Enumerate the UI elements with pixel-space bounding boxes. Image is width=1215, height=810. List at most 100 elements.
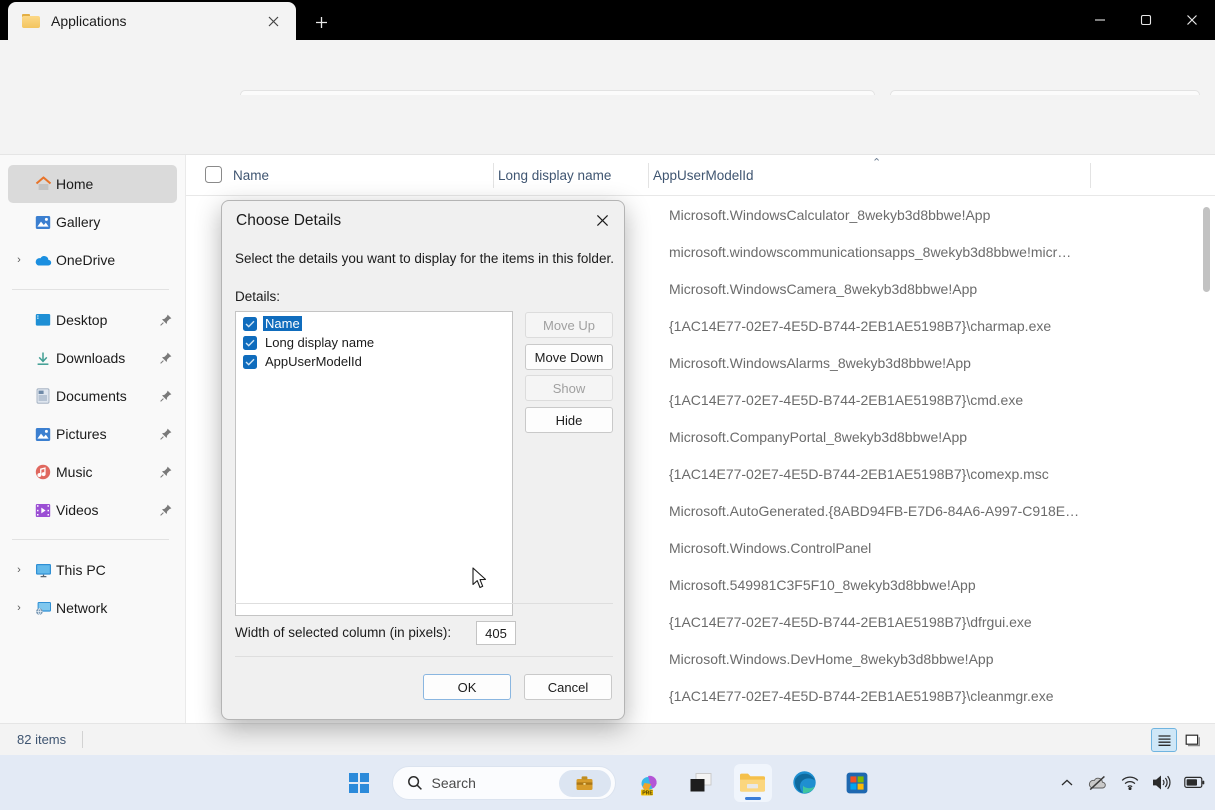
title-bar: Applications: [0, 0, 1215, 40]
search-icon: [407, 775, 423, 791]
sidebar-item-music[interactable]: Music: [8, 453, 177, 491]
taskbar-item-store[interactable]: [838, 764, 876, 802]
pin-icon[interactable]: [155, 428, 177, 440]
music-icon: [30, 464, 56, 480]
cell-appusermodelid: Microsoft.WindowsCamera_8wekyb3d8bbwe!Ap…: [669, 281, 977, 297]
select-all-checkbox[interactable]: [205, 166, 222, 183]
close-window-button[interactable]: [1169, 0, 1215, 40]
cancel-button[interactable]: Cancel: [524, 674, 612, 700]
pin-icon[interactable]: [155, 390, 177, 402]
maximize-button[interactable]: [1123, 0, 1169, 40]
details-label: Details:: [235, 289, 280, 304]
sidebar: Home Gallery › OneDrive Desktop: [0, 155, 186, 723]
sidebar-item-onedrive[interactable]: › OneDrive: [8, 241, 177, 279]
pin-icon[interactable]: [155, 314, 177, 326]
details-view-button[interactable]: [1151, 728, 1177, 752]
desktop-icon: [30, 313, 56, 327]
chevron-right-icon[interactable]: ›: [8, 602, 30, 614]
volume-icon[interactable]: [1152, 775, 1171, 790]
chevron-right-icon[interactable]: ›: [8, 564, 30, 576]
window-controls: [1077, 0, 1215, 40]
checkbox-checked-icon[interactable]: [243, 336, 257, 350]
sidebar-item-network[interactable]: › Network: [8, 589, 177, 627]
choose-details-dialog: Choose Details Select the details you wa…: [221, 200, 625, 720]
wifi-icon[interactable]: [1121, 776, 1139, 790]
sidebar-item-label: Network: [56, 600, 155, 616]
network-icon: [30, 601, 56, 616]
list-item-label: Name: [263, 316, 302, 331]
sidebar-item-label: Home: [56, 176, 155, 192]
cell-appusermodelid: Microsoft.WindowsAlarms_8wekyb3d8bbwe!Ap…: [669, 355, 971, 371]
column-header-appusermodelid[interactable]: AppUserModelId: [653, 155, 754, 196]
downloads-icon: [30, 351, 56, 366]
sidebar-item-home[interactable]: Home: [8, 165, 177, 203]
sort-ascending-icon: ⌃: [872, 156, 881, 169]
system-tray: [1060, 755, 1205, 810]
status-bar: 82 items: [0, 723, 1215, 755]
divider: [82, 731, 83, 748]
list-item-label: Long display name: [263, 335, 376, 350]
vertical-scrollbar[interactable]: [1203, 181, 1213, 706]
address-bar-row: › Applications ›: [0, 40, 1215, 95]
width-value[interactable]: 405: [476, 621, 516, 645]
sidebar-item-desktop[interactable]: Desktop: [8, 301, 177, 339]
sidebar-item-this-pc[interactable]: › This PC: [8, 551, 177, 589]
list-item[interactable]: Name: [236, 314, 512, 333]
checkbox-checked-icon[interactable]: [243, 355, 257, 369]
file-explorer-window: Applications: [0, 0, 1215, 810]
dialog-close-button[interactable]: [580, 201, 624, 239]
taskbar: Search PRE: [0, 755, 1215, 810]
start-button[interactable]: [340, 764, 378, 802]
scrollbar-thumb[interactable]: [1203, 207, 1210, 292]
sidebar-item-label: This PC: [56, 562, 155, 578]
cell-appusermodelid: {1AC14E77-02E7-4E5D-B744-2EB1AE5198B7}\c…: [669, 688, 1053, 704]
tab-applications[interactable]: Applications: [8, 2, 296, 40]
item-count: 82 items: [17, 732, 66, 747]
list-item[interactable]: AppUserModelId: [236, 352, 512, 371]
cell-appusermodelid: {1AC14E77-02E7-4E5D-B744-2EB1AE5198B7}\d…: [669, 614, 1032, 630]
move-down-button[interactable]: Move Down: [525, 344, 613, 370]
pin-icon[interactable]: [155, 504, 177, 516]
tiles-view-button[interactable]: [1179, 728, 1205, 752]
column-header-name[interactable]: Name: [233, 155, 269, 196]
sidebar-item-label: Gallery: [56, 214, 155, 230]
list-item-label: AppUserModelId: [263, 354, 364, 369]
cell-appusermodelid: microsoft.windowscommunicationsapps_8wek…: [669, 244, 1071, 260]
taskbar-item-task-view[interactable]: [682, 764, 720, 802]
pin-icon[interactable]: [155, 352, 177, 364]
pin-icon[interactable]: [155, 466, 177, 478]
minimize-button[interactable]: [1077, 0, 1123, 40]
divider[interactable]: [648, 163, 649, 188]
divider[interactable]: [1090, 163, 1091, 188]
show-button[interactable]: Show: [525, 375, 613, 401]
onedrive-paused-icon[interactable]: [1087, 775, 1108, 791]
taskbar-item-copilot[interactable]: PRE: [630, 764, 668, 802]
cell-appusermodelid: Microsoft.549981C3F5F10_8wekyb3d8bbwe!Ap…: [669, 577, 976, 593]
sidebar-item-documents[interactable]: Documents: [8, 377, 177, 415]
sidebar-item-pictures[interactable]: Pictures: [8, 415, 177, 453]
sidebar-item-label: Music: [56, 464, 155, 480]
chevron-right-icon[interactable]: ›: [8, 254, 30, 266]
this-pc-icon: [30, 563, 56, 578]
divider[interactable]: [493, 163, 494, 188]
checkbox-checked-icon[interactable]: [243, 317, 257, 331]
briefcase-icon[interactable]: [559, 770, 611, 797]
close-tab-icon[interactable]: [260, 8, 286, 34]
sidebar-item-videos[interactable]: Videos: [8, 491, 177, 529]
taskbar-search-label: Search: [432, 775, 476, 791]
taskbar-item-file-explorer[interactable]: [734, 764, 772, 802]
sidebar-item-downloads[interactable]: Downloads: [8, 339, 177, 377]
sidebar-item-gallery[interactable]: Gallery: [8, 203, 177, 241]
taskbar-search[interactable]: Search: [392, 766, 616, 800]
list-item[interactable]: Long display name: [236, 333, 512, 352]
move-up-button[interactable]: Move Up: [525, 312, 613, 338]
cell-appusermodelid: Microsoft.Windows.ControlPanel: [669, 540, 871, 556]
new-tab-button[interactable]: [306, 8, 336, 36]
battery-icon[interactable]: [1184, 776, 1205, 789]
column-header-long-display-name[interactable]: Long display name: [498, 155, 611, 196]
show-hidden-icons-icon[interactable]: [1060, 777, 1074, 789]
ok-button[interactable]: OK: [423, 674, 511, 700]
hide-button[interactable]: Hide: [525, 407, 613, 433]
taskbar-item-edge[interactable]: [786, 764, 824, 802]
cell-appusermodelid: Microsoft.WindowsCalculator_8wekyb3d8bbw…: [669, 207, 990, 223]
